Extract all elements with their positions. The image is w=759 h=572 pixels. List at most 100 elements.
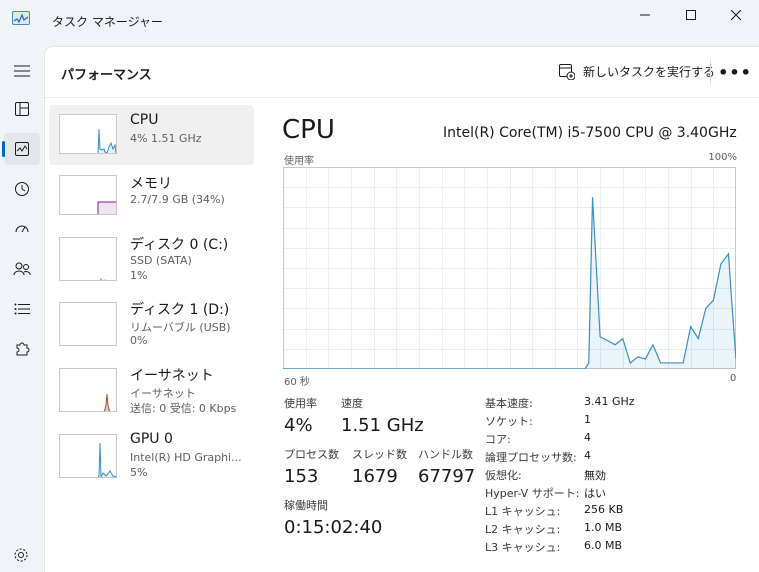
- nav-performance[interactable]: [4, 133, 40, 165]
- processes-label: プロセス数: [284, 448, 339, 461]
- resource-detail: SSD (SATA): [130, 254, 192, 267]
- info-key: コア:: [485, 433, 511, 446]
- graph-max-label: 100%: [708, 152, 737, 163]
- resource-detail: イーサネット: [130, 387, 196, 400]
- ethernet-thumb-line: [103, 393, 111, 411]
- active-indicator: [2, 141, 5, 157]
- header-divider: [710, 59, 711, 85]
- history-icon: [15, 182, 29, 196]
- info-key: ソケット:: [485, 415, 533, 428]
- info-key: 論理プロセッサ数:: [485, 451, 577, 464]
- resource-item-gpu-0[interactable]: GPU 0 Intel(R) HD Graphi... 5%: [49, 427, 254, 487]
- info-value: はい: [584, 487, 606, 500]
- graph-y-label: 使用率: [284, 156, 314, 167]
- page-header: パフォーマンス 新しいタスクを実行する •••: [45, 47, 759, 98]
- resource-detail: 4% 1.51 GHz: [130, 132, 202, 145]
- gpu-thumbnail: [59, 434, 117, 478]
- maximize-button[interactable]: [668, 0, 714, 30]
- resource-name: ディスク 0 (C:): [130, 237, 229, 253]
- nav-details[interactable]: [4, 293, 40, 325]
- hamburger-menu-button[interactable]: [4, 55, 40, 87]
- disk0-thumb-line: [100, 277, 106, 280]
- threads-value: 1679: [352, 466, 398, 487]
- run-task-icon: [559, 63, 575, 80]
- performance-icon: [15, 142, 29, 156]
- gpu-thumb-line: [97, 442, 116, 477]
- startup-icon: [15, 225, 29, 233]
- resource-item-memory[interactable]: メモリ 2.7/7.9 GB (34%): [49, 166, 254, 226]
- nav-processes[interactable]: [4, 93, 40, 125]
- usage-label: 使用率: [284, 397, 317, 410]
- resource-name: イーサネット: [130, 368, 214, 384]
- minimize-button[interactable]: [622, 0, 668, 30]
- info-value: 256 KB: [584, 503, 624, 516]
- nav-app-history[interactable]: [4, 173, 40, 205]
- info-value: 3.41 GHz: [584, 395, 635, 408]
- uptime-label: 稼働時間: [284, 499, 328, 512]
- resource-usage: 1%: [130, 269, 148, 282]
- handles-value: 67797: [418, 466, 476, 487]
- info-value: 6.0 MB: [584, 539, 623, 552]
- resource-item-cpu[interactable]: CPU 4% 1.51 GHz: [49, 105, 254, 165]
- resource-name: CPU: [130, 112, 159, 128]
- services-puzzle-icon: [16, 342, 30, 356]
- close-icon: [731, 10, 741, 20]
- details-list-icon: [14, 303, 30, 315]
- processes-icon: [15, 102, 29, 116]
- disk0-thumbnail: [59, 237, 117, 281]
- gear-icon: [14, 548, 28, 562]
- page-title: パフォーマンス: [61, 68, 152, 83]
- resource-usage: 5%: [130, 466, 148, 479]
- resource-name: ディスク 1 (D:): [130, 302, 230, 318]
- nav-services[interactable]: [4, 333, 40, 365]
- info-value: 1.0 MB: [584, 521, 623, 534]
- graph-time-left: 60 秒: [284, 377, 310, 388]
- resource-throughput: 送信: 0 受信: 0 Kbps: [130, 402, 237, 415]
- processor-name: Intel(R) Core(TM) i5-7500 CPU @ 3.40GHz: [443, 125, 737, 141]
- handles-label: ハンドル数: [418, 448, 473, 461]
- users-icon: [13, 262, 31, 276]
- resource-item-ethernet[interactable]: イーサネット イーサネット 送信: 0 受信: 0 Kbps: [49, 361, 254, 421]
- info-key: L2 キャッシュ:: [485, 523, 561, 536]
- info-value: 1: [584, 413, 591, 426]
- graph-time-right: 0: [730, 373, 737, 384]
- run-new-task-button[interactable]: 新しいタスクを実行する: [559, 63, 715, 80]
- usage-value: 4%: [284, 415, 313, 436]
- resource-usage: 0%: [130, 334, 148, 347]
- more-options-button[interactable]: •••: [718, 59, 751, 85]
- window-title: タスク マネージャー: [52, 15, 163, 29]
- processes-value: 153: [284, 466, 319, 487]
- hamburger-icon: [14, 65, 30, 77]
- resource-item-disk-0[interactable]: ディスク 0 (C:) SSD (SATA) 1%: [49, 230, 254, 290]
- threads-label: スレッド数: [352, 448, 407, 461]
- nav-users[interactable]: [4, 253, 40, 285]
- resource-name: GPU 0: [130, 431, 173, 447]
- info-value: 4: [584, 449, 591, 462]
- speed-value: 1.51 GHz: [341, 415, 424, 436]
- uptime-value: 0:15:02:40: [284, 517, 383, 538]
- speed-label: 速度: [341, 397, 363, 410]
- cpu-thumbnail: [59, 114, 117, 154]
- nav-startup-apps[interactable]: [4, 213, 40, 245]
- ethernet-thumbnail: [59, 368, 117, 412]
- memory-thumbnail: [59, 175, 117, 215]
- info-key: 基本速度:: [485, 397, 533, 410]
- resource-item-disk-1[interactable]: ディスク 1 (D:) リムーバブル (USB) 0%: [49, 295, 254, 355]
- resource-name: メモリ: [130, 176, 172, 192]
- info-value: 無効: [584, 469, 606, 482]
- content-panel: パフォーマンス 新しいタスクを実行する ••• CPU 4% 1.51 GHz …: [44, 46, 759, 572]
- info-key: L1 キャッシュ:: [485, 505, 561, 518]
- resource-detail: Intel(R) HD Graphi...: [130, 451, 242, 464]
- info-key: L3 キャッシュ:: [485, 541, 561, 554]
- title-bar: タスク マネージャー: [0, 0, 759, 46]
- settings-button[interactable]: [10, 544, 32, 566]
- memory-thumb-line: [97, 201, 116, 214]
- cpu-usage-graph: [283, 167, 736, 369]
- close-button[interactable]: [713, 0, 759, 30]
- navigation-rail: [0, 46, 44, 572]
- info-key: Hyper-V サポート:: [485, 487, 580, 500]
- main-title: CPU: [282, 115, 335, 145]
- minimize-icon: [640, 14, 650, 16]
- maximize-icon: [686, 10, 696, 20]
- cpu-thumb-line: [97, 128, 116, 153]
